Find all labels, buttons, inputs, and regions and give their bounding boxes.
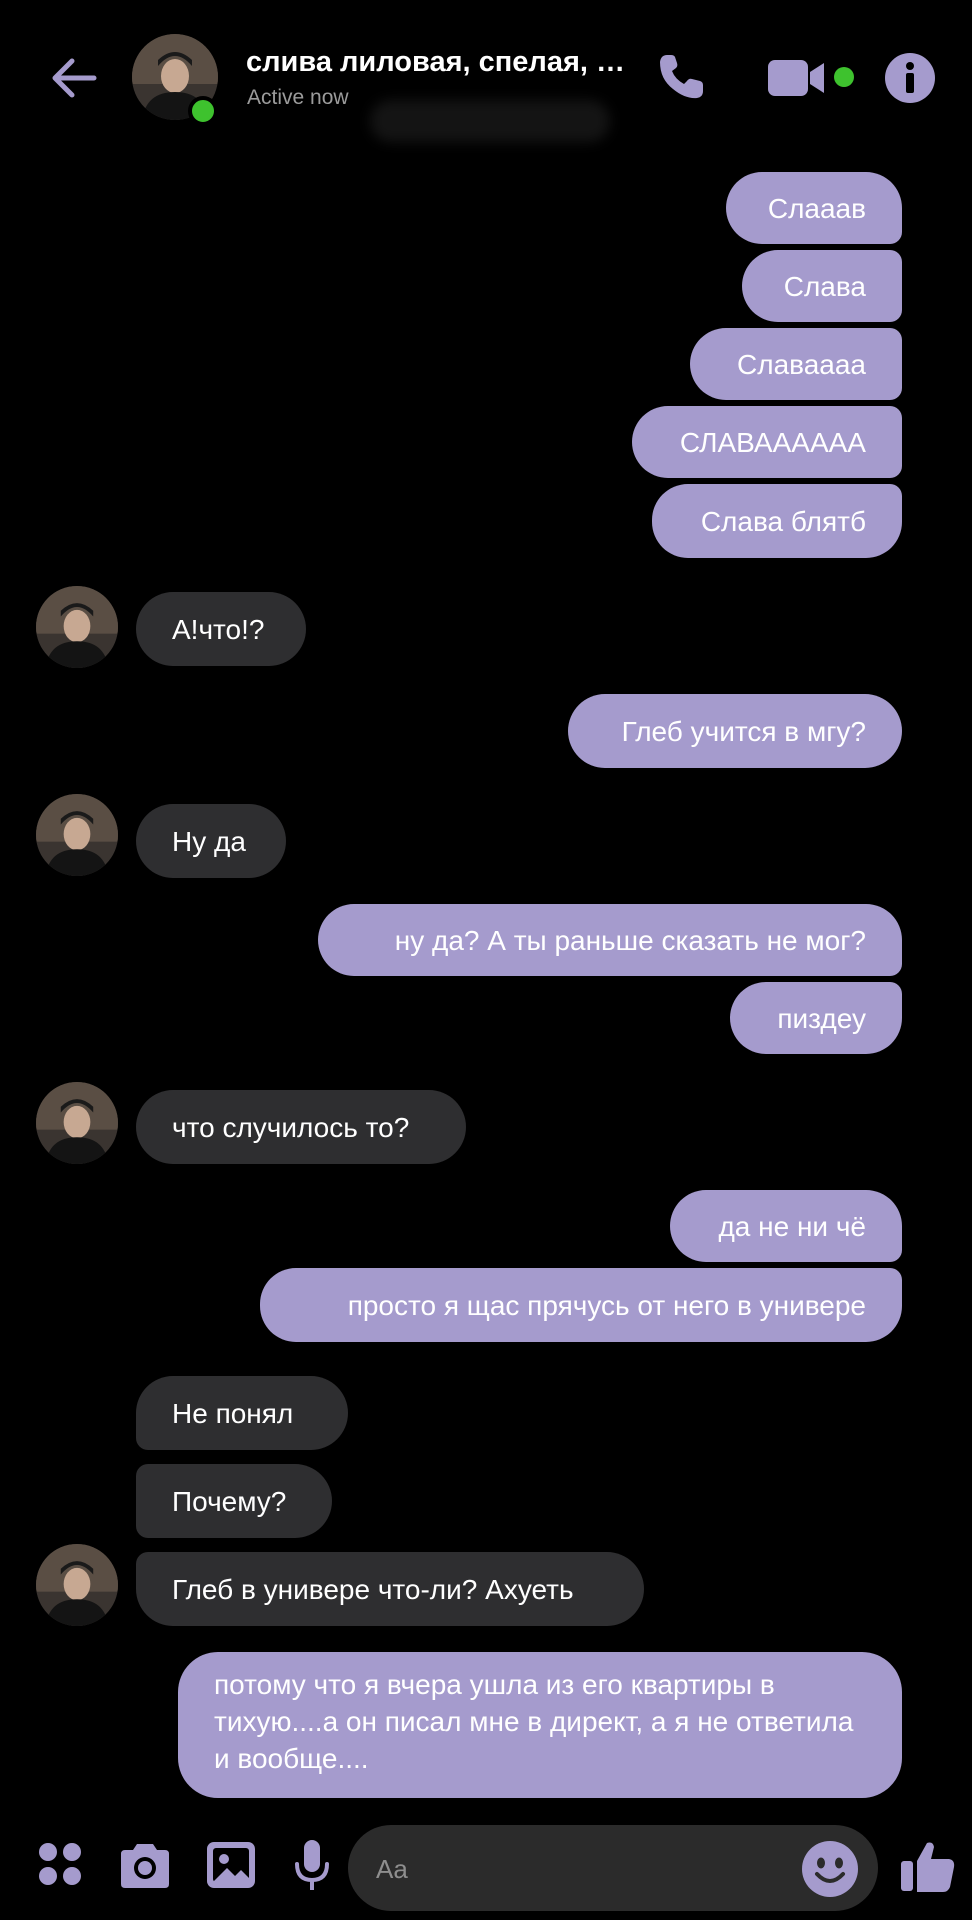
message-bubble-outgoing[interactable]: Слааав [726,172,902,244]
camera-icon [121,1844,169,1888]
info-icon [885,53,935,103]
avatar-photo [36,586,118,668]
arrow-left-icon [52,58,97,98]
message-bubble-outgoing[interactable]: да не ни чё [670,1190,902,1262]
message-bubble-outgoing[interactable]: Глеб учится в мгу? [568,694,902,768]
message-bubble-outgoing[interactable]: пиздеу [730,982,902,1054]
emoji-button[interactable] [800,1839,860,1899]
more-actions-button[interactable] [32,1836,88,1892]
camera-button[interactable] [114,1834,176,1896]
image-icon [207,1842,255,1888]
like-button[interactable] [896,1834,960,1898]
contact-avatar-small[interactable] [36,794,118,876]
message-bubble-outgoing[interactable]: просто я щас прячусь от него в универе [260,1268,902,1342]
redacted-smudge [370,100,610,142]
active-status: Active now [247,86,349,109]
chat-header: слива лиловая, спелая, с... Active now [0,0,972,160]
smiley-icon [802,1841,858,1897]
message-bubble-outgoing[interactable]: ну да? А ты раньше сказать не мог? [318,904,902,976]
thumbs-up-icon [901,1842,955,1892]
contact-avatar-small[interactable] [36,586,118,668]
message-composer[interactable] [348,1825,878,1911]
online-indicator [188,96,218,126]
message-bubble-outgoing[interactable]: Славаааа [690,328,902,400]
gallery-button[interactable] [200,1834,262,1896]
avatar-photo [36,1082,118,1164]
contact-name[interactable]: слива лиловая, спелая, с... [246,46,636,79]
message-bubble-incoming[interactable]: Не понял [136,1376,348,1450]
message-bubble-outgoing[interactable]: СЛАВААААAA [632,406,902,478]
phone-icon [660,55,703,99]
message-bubble-incoming[interactable]: Ну да [136,804,286,878]
message-bubble-incoming[interactable]: Глеб в универе что-ли? Ахуеть [136,1552,644,1626]
back-button[interactable] [40,44,108,112]
message-input[interactable] [374,1845,778,1893]
message-bubble-incoming[interactable]: А!что!? [136,592,306,666]
contact-avatar-small[interactable] [36,1082,118,1164]
four-dots-icon [39,1843,81,1885]
video-camera-icon [768,60,824,96]
message-bubble-outgoing[interactable]: Слава [742,250,902,322]
call-button[interactable] [650,46,712,108]
message-bubble-incoming[interactable]: что случилось то? [136,1090,466,1164]
video-call-button[interactable] [762,50,834,106]
video-active-dot [834,67,854,87]
voice-message-button[interactable] [284,1834,340,1896]
microphone-icon [295,1840,329,1890]
info-button[interactable] [882,50,938,106]
avatar-photo [36,794,118,876]
message-bubble-incoming[interactable]: Почему? [136,1464,332,1538]
avatar-photo [36,1544,118,1626]
contact-avatar-small[interactable] [36,1544,118,1626]
message-bubble-outgoing[interactable]: Слава блятб [652,484,902,558]
message-bubble-outgoing[interactable]: потому что я вчера ушла из его квартиры … [178,1652,902,1798]
